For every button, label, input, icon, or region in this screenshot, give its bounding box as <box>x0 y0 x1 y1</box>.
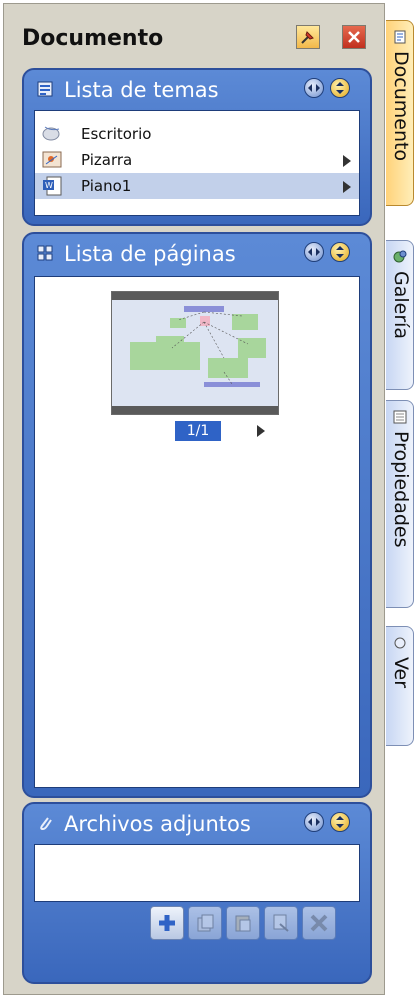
cut-icon <box>273 914 289 932</box>
tab-ver[interactable]: Ver <box>386 626 414 746</box>
pin-button[interactable] <box>296 25 320 49</box>
attachments-panel: Archivos adjuntos <box>22 802 372 984</box>
paperclip-icon <box>40 817 52 831</box>
left-right-arrows-icon <box>308 818 320 826</box>
topics-panel: Lista de temas Escritorio Pizarra W Pian… <box>22 68 372 226</box>
cut-attachment-button[interactable] <box>264 906 298 940</box>
close-button[interactable] <box>342 25 366 49</box>
attachments-panel-header: Archivos adjuntos <box>24 804 370 840</box>
tab-documento[interactable]: Documento <box>386 20 414 206</box>
view-icon <box>394 637 406 649</box>
close-icon <box>348 31 360 43</box>
tab-label: Ver <box>390 657 412 689</box>
topic-expand-arrow[interactable] <box>343 155 351 167</box>
copy-attachment-button[interactable] <box>188 906 222 940</box>
pages-list: 1/1 <box>34 276 360 788</box>
document-pane: Documento Lista de temas Escritorio Piza… <box>3 3 385 995</box>
attachments-panel-title: Archivos adjuntos <box>64 812 251 836</box>
pages-collapse-button[interactable] <box>304 242 324 262</box>
pin-icon <box>301 31 314 44</box>
add-icon <box>159 915 175 931</box>
attachments-collapse-button[interactable] <box>304 812 324 832</box>
tab-propiedades[interactable]: Propiedades <box>386 400 414 608</box>
svg-text:W: W <box>45 181 53 190</box>
up-down-arrows-icon <box>336 246 344 258</box>
topic-label: Piano1 <box>81 177 132 195</box>
topic-label: Pizarra <box>81 151 133 169</box>
attachments-list <box>34 844 360 902</box>
topics-list: Escritorio Pizarra W Piano1 <box>34 110 360 216</box>
tab-label: Galería <box>390 271 412 340</box>
add-attachment-button[interactable] <box>150 906 184 940</box>
topic-label: Escritorio <box>81 125 152 143</box>
topic-expand-arrow[interactable] <box>343 181 351 193</box>
tab-galeria[interactable]: Galería <box>386 240 414 390</box>
paste-attachment-button[interactable] <box>226 906 260 940</box>
page-number-badge: 1/1 <box>175 421 221 441</box>
page-menu-arrow[interactable] <box>257 425 265 437</box>
up-down-arrows-icon <box>336 82 344 94</box>
word-document-icon: W <box>43 176 62 196</box>
topic-item-piano1[interactable]: W Piano1 <box>35 173 359 199</box>
up-down-arrows-icon <box>336 816 344 828</box>
page-thumbnail[interactable] <box>111 291 279 415</box>
topics-expand-button[interactable] <box>330 78 350 98</box>
attachments-expand-button[interactable] <box>330 812 350 832</box>
copy-icon <box>197 914 214 932</box>
topics-panel-title: Lista de temas <box>64 78 219 102</box>
topic-item-pizarra[interactable]: Pizarra <box>35 147 359 173</box>
topics-collapse-button[interactable] <box>304 78 324 98</box>
pages-panel-header: Lista de páginas <box>24 234 370 270</box>
paste-icon <box>235 915 251 932</box>
left-right-arrows-icon <box>308 248 320 256</box>
topics-panel-header: Lista de temas <box>24 70 370 106</box>
topic-item-escritorio[interactable]: Escritorio <box>35 121 359 147</box>
thumbnail-bottom-bar <box>112 406 278 414</box>
desktop-icon <box>42 126 60 141</box>
side-tab-bar: Documento Galería Propiedades Ver <box>386 0 414 998</box>
pane-titlebar: Documento <box>4 4 384 60</box>
mindmap-preview-image <box>130 306 266 387</box>
whiteboard-icon <box>42 151 62 168</box>
delete-attachment-button[interactable] <box>302 906 336 940</box>
properties-icon <box>393 410 407 424</box>
pages-expand-button[interactable] <box>330 242 350 262</box>
pages-panel-title: Lista de páginas <box>64 242 236 266</box>
topic-list-icon <box>37 81 53 97</box>
delete-icon <box>310 914 328 932</box>
page-grid-icon <box>37 245 53 261</box>
pages-panel: Lista de páginas 1/1 <box>22 232 372 798</box>
pane-title: Documento <box>22 26 164 51</box>
tab-label: Documento <box>390 51 412 162</box>
document-icon <box>394 30 406 44</box>
gallery-icon <box>393 250 407 263</box>
tab-label: Propiedades <box>390 431 412 548</box>
left-right-arrows-icon <box>308 84 320 92</box>
